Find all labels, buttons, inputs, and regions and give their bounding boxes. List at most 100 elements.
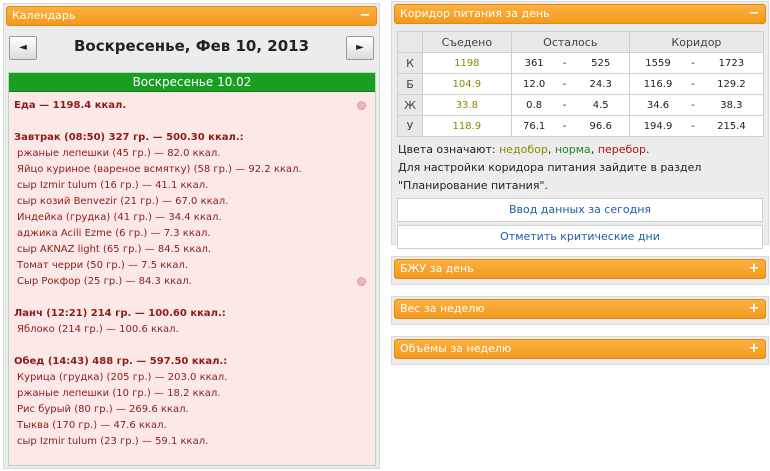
- food-item[interactable]: ржаные лепешки (45 гр.) — 82.0 ккал.: [14, 146, 370, 162]
- previous-day-button[interactable]: ◄: [9, 36, 37, 60]
- corridor-row: У 118.9 76.1-96.6 194.9-215.4: [397, 115, 764, 137]
- edit-marker-icon[interactable]: [357, 101, 366, 110]
- expand-icon[interactable]: +: [747, 302, 761, 316]
- food-item[interactable]: Яблоко (214 гр.) — 100.6 ккал.: [14, 322, 370, 338]
- entry-text: Еда — 1198.4 ккал.: [14, 100, 127, 111]
- range-dash: -: [556, 94, 573, 116]
- bju-header[interactable]: БЖУ за день +: [394, 259, 766, 279]
- day-label[interactable]: Воскресенье 10.02: [9, 73, 375, 92]
- meal-header[interactable]: Ланч (12:21) 214 гр. — 100.60 ккал.:: [14, 306, 370, 322]
- col-eaten: Съедено: [422, 31, 512, 53]
- left-max: 525: [572, 52, 630, 74]
- legend-over: перебор: [597, 143, 647, 156]
- row-label: К: [397, 52, 423, 74]
- entry-text: сыр Izmir tulum (16 гр.) — 41.1 ккал.: [17, 180, 209, 191]
- left-max: 4.5: [572, 94, 630, 116]
- calendar-header[interactable]: Календарь −: [6, 6, 377, 26]
- left-max: 96.6: [572, 115, 630, 137]
- entry-text: сыр AKNAZ light (65 гр.) — 84.5 ккал.: [17, 244, 212, 255]
- meal-header[interactable]: Еда — 1198.4 ккал.: [14, 98, 370, 114]
- range-dash: -: [686, 94, 700, 116]
- mark-critical-days-button[interactable]: Отметить критические дни: [397, 225, 763, 249]
- food-item[interactable]: Тыква (170 гр.) — 47.6 ккал.: [14, 418, 370, 434]
- volumes-header[interactable]: Объёмы за неделю +: [394, 339, 766, 359]
- food-item[interactable]: сыр AKNAZ light (65 гр.) — 84.5 ккал.: [14, 242, 370, 258]
- expand-icon[interactable]: +: [747, 342, 761, 356]
- col-corridor: Коридор: [628, 31, 765, 53]
- collapse-icon[interactable]: −: [747, 7, 761, 21]
- entry-text: ржаные лепешки (10 гр.) — 18.2 ккал.: [17, 388, 221, 399]
- enter-today-button[interactable]: Ввод данных за сегодня: [397, 198, 763, 222]
- row-label: У: [397, 115, 423, 137]
- corridor-table: Съедено Осталось Коридор К 1198 361-525 155…: [397, 31, 765, 137]
- meal-list: Еда — 1198.4 ккал. Завтрак (08:50) 327 гр…: [9, 92, 375, 450]
- row-label: Ж: [397, 94, 423, 116]
- food-item[interactable]: аджика Acili Ezme (6 гр.) — 7.3 ккал.: [14, 226, 370, 242]
- entry-text: Ланч (12:21) 214 гр. — 100.60 ккал.:: [14, 308, 226, 319]
- corridor-row: К 1198 361-525 1559-1723: [397, 52, 764, 74]
- left-max: 24.3: [572, 73, 630, 95]
- section-volumes: Объёмы за неделю +: [391, 336, 769, 365]
- section-weight: Вес за неделю +: [391, 296, 769, 325]
- legend-norm: норма: [554, 143, 591, 156]
- edit-marker-icon[interactable]: [357, 277, 366, 286]
- meal-header[interactable]: Завтрак (08:50) 327 гр. — 500.30 ккал.:: [14, 130, 370, 146]
- corridor-min: 116.9: [628, 73, 687, 95]
- corridor-max: 129.2: [699, 73, 764, 95]
- eaten-value: 1198: [422, 52, 512, 74]
- corridor-min: 194.9: [628, 115, 687, 137]
- entry-text: Завтрак (08:50) 327 гр. — 500.30 ккал.:: [14, 132, 244, 143]
- entry-text: сыр Izmir tulum (23 гр.) — 59.1 ккал.: [17, 436, 209, 447]
- entry-text: Яблоко (214 гр.) — 100.6 ккал.: [17, 324, 179, 335]
- weight-title: Вес за неделю: [400, 302, 485, 315]
- range-dash: -: [556, 73, 573, 95]
- food-item[interactable]: Сыр Рокфор (25 гр.) — 84.3 ккал.: [14, 274, 370, 290]
- food-item[interactable]: сыр Izmir tulum (23 гр.) — 59.1 ккал.: [14, 434, 370, 450]
- food-item[interactable]: ржаные лепешки (10 гр.) — 18.2 ккал.: [14, 386, 370, 402]
- expand-icon[interactable]: +: [747, 262, 761, 276]
- weight-header[interactable]: Вес за неделю +: [394, 299, 766, 319]
- food-item[interactable]: Яйцо куриное (вареное всмятку) (58 гр.) …: [14, 162, 370, 178]
- corridor-note: Для настройки коридора питания зайдите в…: [398, 161, 702, 192]
- food-item[interactable]: сыр Izmir tulum (16 гр.) — 41.1 ккал.: [14, 178, 370, 194]
- left-min: 12.0: [510, 73, 557, 95]
- entry-text: ржаные лепешки (45 гр.) — 82.0 ккал.: [17, 148, 221, 159]
- food-item[interactable]: Индейка (грудка) (41 гр.) — 34.4 ккал.: [14, 210, 370, 226]
- corridor-max: 38.3: [699, 94, 764, 116]
- corridor-panel: Коридор питания за день − Съедено Остало…: [391, 1, 769, 249]
- corridor-header[interactable]: Коридор питания за день −: [394, 4, 766, 24]
- corridor-min: 34.6: [628, 94, 687, 116]
- food-item[interactable]: сыр козий Benvezir (21 гр.) — 67.0 ккал.: [14, 194, 370, 210]
- food-item[interactable]: Курица (грудка) (205 гр.) — 203.0 ккал.: [14, 370, 370, 386]
- range-dash: -: [556, 115, 573, 137]
- entry-text: Индейка (грудка) (41 гр.) — 34.4 ккал.: [17, 212, 222, 223]
- collapse-icon[interactable]: −: [358, 9, 372, 23]
- food-item[interactable]: Рис бурый (80 гр.) — 269.6 ккал.: [14, 402, 370, 418]
- entry-text: Яйцо куриное (вареное всмятку) (58 гр.) …: [17, 164, 302, 175]
- entry-text: Томат черри (50 гр.) — 7.5 ккал.: [17, 260, 189, 271]
- day-entries: Воскресенье 10.02 Еда — 1198.4 ккал. Завт…: [8, 72, 376, 466]
- left-min: 76.1: [510, 115, 557, 137]
- corridor-row: Ж 33.8 0.8-4.5 34.6-38.3: [397, 94, 764, 116]
- legend-under: недобор: [499, 143, 548, 156]
- range-dash: -: [686, 115, 700, 137]
- corridor-row: Б 104.9 12.0-24.3 116.9-129.2: [397, 73, 764, 95]
- calendar-title: Календарь: [12, 9, 76, 22]
- range-dash: -: [686, 73, 700, 95]
- corner-cell: [397, 31, 423, 53]
- meal-header[interactable]: Обед (14:43) 488 гр. — 597.50 ккал.:: [14, 354, 370, 370]
- food-item[interactable]: Томат черри (50 гр.) — 7.5 ккал.: [14, 258, 370, 274]
- entry-text: Обед (14:43) 488 гр. — 597.50 ккал.:: [14, 356, 228, 367]
- entry-text: Тыква (170 гр.) — 47.6 ккал.: [17, 420, 167, 431]
- next-day-button[interactable]: ►: [346, 36, 374, 60]
- section-bju: БЖУ за день +: [391, 256, 769, 285]
- entry-text: Сыр Рокфор (25 гр.) — 84.3 ккал.: [17, 276, 192, 287]
- entry-text: сыр козий Benvezir (21 гр.) — 67.0 ккал.: [17, 196, 229, 207]
- corridor-title: Коридор питания за день: [400, 7, 550, 20]
- corridor-max: 215.4: [699, 115, 764, 137]
- corridor-max: 1723: [699, 52, 764, 74]
- range-dash: -: [686, 52, 700, 74]
